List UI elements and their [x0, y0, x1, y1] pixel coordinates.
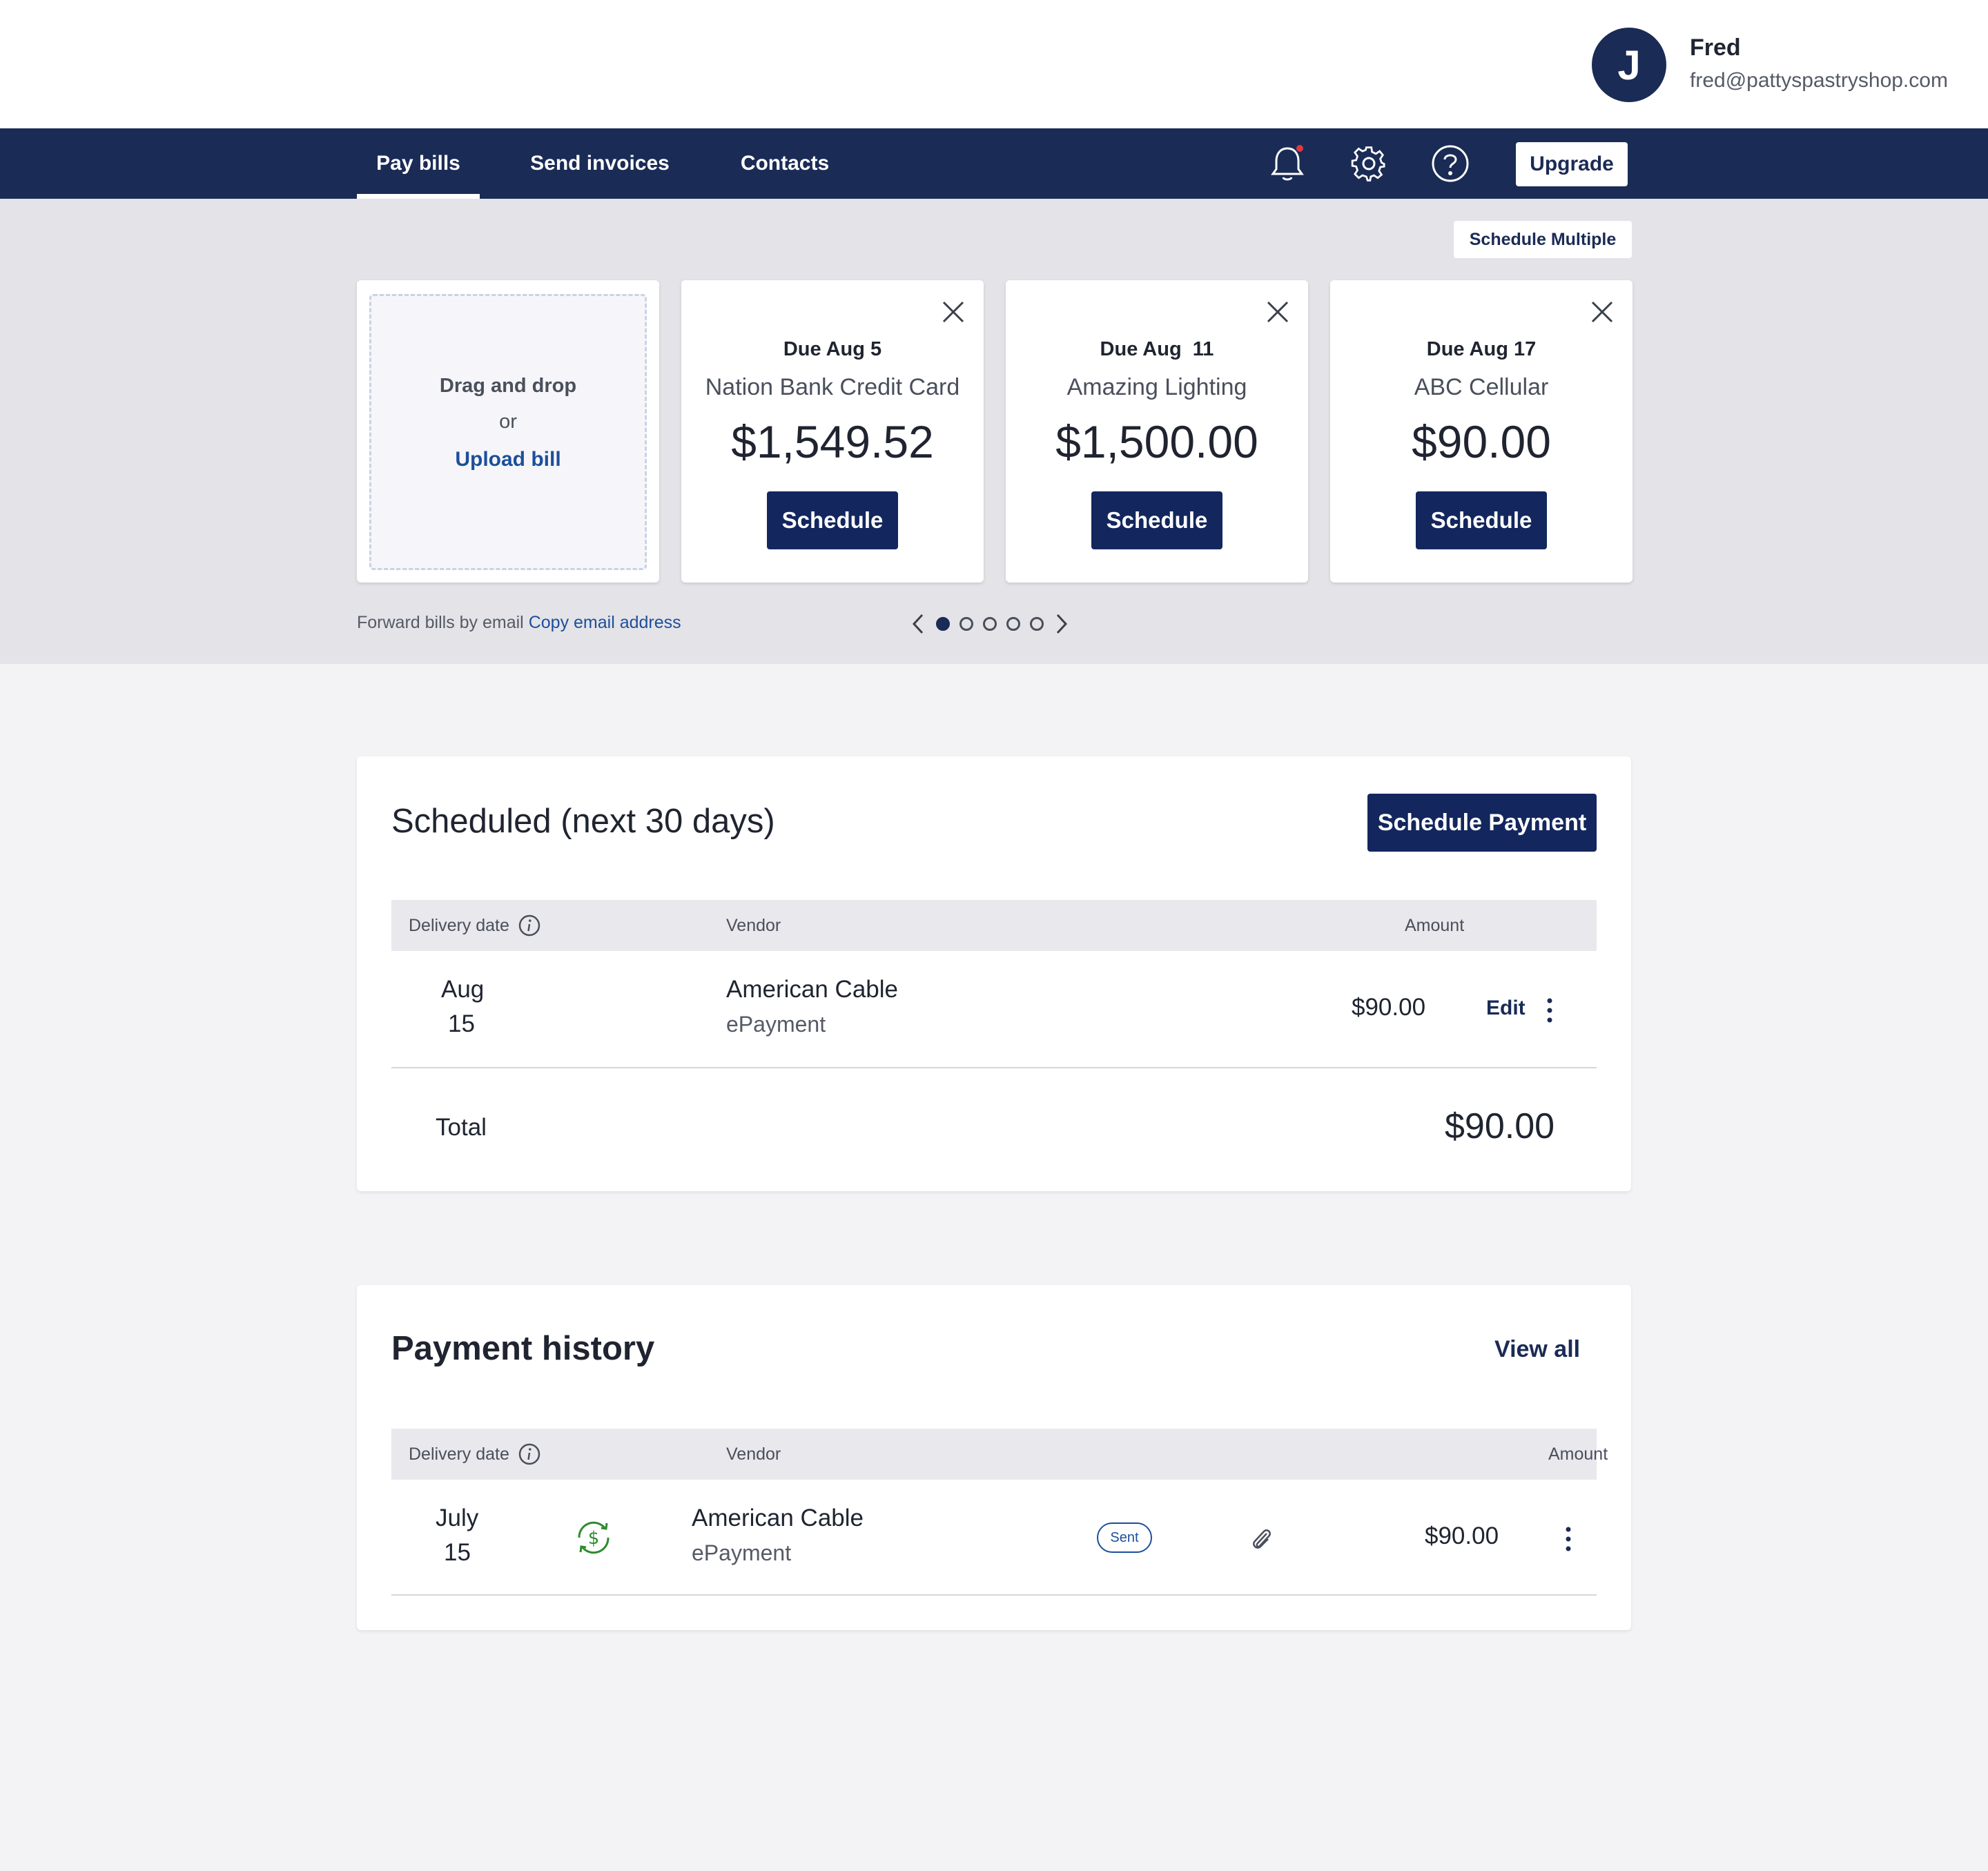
- tab-label: Pay bills: [376, 152, 460, 175]
- close-icon[interactable]: [939, 298, 967, 326]
- schedule-button[interactable]: Schedule: [1416, 491, 1547, 549]
- pager-dot[interactable]: [936, 617, 950, 631]
- divider: [391, 1594, 1597, 1596]
- row-amount: $90.00: [1425, 1522, 1499, 1549]
- bill-amount: $1,549.52: [731, 416, 934, 467]
- gear-icon[interactable]: [1349, 144, 1389, 184]
- col-amount: Amount: [1548, 1444, 1608, 1464]
- schedule-multiple-button[interactable]: Schedule Multiple: [1454, 221, 1632, 258]
- upload-dropzone[interactable]: Drag and drop or Upload bill: [369, 294, 647, 570]
- row-vendor: American Cable: [726, 976, 898, 1003]
- upgrade-button[interactable]: Upgrade: [1516, 142, 1628, 186]
- divider: [391, 1067, 1597, 1068]
- forward-bills-text: Forward bills by email Copy email addres…: [357, 613, 681, 633]
- close-icon[interactable]: [1264, 298, 1292, 326]
- copy-email-link[interactable]: Copy email address: [529, 613, 681, 632]
- total-value: $90.00: [1445, 1106, 1555, 1146]
- scheduled-panel: Scheduled (next 30 days) Schedule Paymen…: [357, 756, 1631, 1191]
- row-month: Aug: [441, 976, 485, 1003]
- schedule-button[interactable]: Schedule: [767, 491, 898, 549]
- bill-vendor: ABC Cellular: [1414, 374, 1549, 400]
- row-vendor: American Cable: [692, 1505, 864, 1531]
- or-text: or: [499, 411, 517, 433]
- col-amount: Amount: [1405, 915, 1465, 935]
- table-header: Delivery date Vendor Amount: [391, 900, 1597, 951]
- panel-title: Scheduled (next 30 days): [391, 803, 775, 840]
- more-options-icon[interactable]: [1543, 997, 1557, 1024]
- status-badge: Sent: [1097, 1522, 1152, 1553]
- chevron-left-icon[interactable]: [910, 612, 926, 636]
- svg-text:$: $: [588, 1528, 600, 1549]
- col-delivery-date: Delivery date: [409, 900, 541, 951]
- info-icon[interactable]: [518, 1442, 541, 1466]
- info-icon[interactable]: [518, 914, 541, 937]
- pager-dot[interactable]: [1006, 617, 1020, 631]
- pager-dot[interactable]: [1030, 617, 1044, 631]
- user-header: [0, 0, 1988, 128]
- recurring-payment-icon: $: [578, 1521, 610, 1554]
- schedule-button[interactable]: Schedule: [1091, 491, 1222, 549]
- col-delivery-date: Delivery date: [409, 1429, 541, 1480]
- forward-label: Forward bills by email: [357, 613, 524, 632]
- row-day: 15: [444, 1539, 471, 1566]
- tab-pay-bills[interactable]: Pay bills: [357, 128, 480, 199]
- row-method: ePayment: [726, 1012, 826, 1037]
- col-vendor: Vendor: [726, 1444, 781, 1464]
- avatar[interactable]: J: [1592, 28, 1666, 102]
- bill-due-date: Due Aug 17: [1426, 338, 1537, 360]
- help-icon[interactable]: [1430, 144, 1470, 184]
- user-name: Fred: [1690, 35, 1741, 61]
- bills-carousel-area: [0, 199, 1988, 664]
- table-header: Delivery date Vendor Amount: [391, 1429, 1608, 1480]
- pager-dot[interactable]: [959, 617, 973, 631]
- bill-amount: $90.00: [1412, 416, 1551, 467]
- upload-bill-link[interactable]: Upload bill: [371, 448, 645, 471]
- carousel-pager: [910, 610, 1070, 638]
- more-options-icon[interactable]: [1561, 1525, 1575, 1553]
- col-label: Delivery date: [409, 1444, 509, 1464]
- panel-title: Payment history: [391, 1330, 655, 1367]
- col-vendor: Vendor: [726, 915, 781, 935]
- row-amount: $90.00: [1352, 994, 1426, 1021]
- close-icon[interactable]: [1588, 298, 1616, 326]
- total-label: Total: [436, 1114, 487, 1141]
- user-email: fred@pattyspastryshop.com: [1690, 69, 1948, 92]
- bill-card: Due Aug 5 Nation Bank Credit Card $1,549…: [681, 280, 984, 582]
- main-nav: Pay bills Send invoices Contacts: [0, 128, 1988, 199]
- tab-label: Send invoices: [530, 152, 670, 175]
- pager-dot[interactable]: [983, 617, 997, 631]
- drag-drop-text: Drag and drop: [439, 375, 577, 397]
- tab-label: Contacts: [740, 152, 830, 175]
- row-month: July: [436, 1505, 479, 1531]
- bill-vendor: Amazing Lighting: [1066, 374, 1247, 400]
- bill-due-date: Due Aug 11: [1100, 338, 1214, 360]
- bill-amount: $1,500.00: [1055, 416, 1258, 467]
- payment-history-panel: Payment history View all Delivery date V…: [357, 1285, 1631, 1630]
- edit-link[interactable]: Edit: [1486, 997, 1526, 1020]
- row-day: 15: [448, 1010, 475, 1037]
- attachment-icon[interactable]: [1250, 1525, 1274, 1553]
- notification-dot: [1296, 145, 1303, 152]
- bill-card: Due Aug 11 Amazing Lighting $1,500.00 Sc…: [1006, 280, 1308, 582]
- chevron-right-icon[interactable]: [1053, 612, 1070, 636]
- tab-contacts[interactable]: Contacts: [732, 128, 838, 199]
- upload-bill-card[interactable]: Drag and drop or Upload bill: [357, 280, 659, 582]
- schedule-payment-button[interactable]: Schedule Payment: [1367, 794, 1597, 852]
- col-label: Delivery date: [409, 915, 509, 935]
- bill-vendor: Nation Bank Credit Card: [705, 374, 960, 400]
- tab-send-invoices[interactable]: Send invoices: [525, 128, 675, 199]
- bill-due-date: Due Aug 5: [783, 338, 882, 360]
- row-method: ePayment: [692, 1540, 792, 1565]
- view-all-link[interactable]: View all: [1494, 1336, 1580, 1363]
- bill-card: Due Aug 17 ABC Cellular $90.00 Schedule: [1330, 280, 1633, 582]
